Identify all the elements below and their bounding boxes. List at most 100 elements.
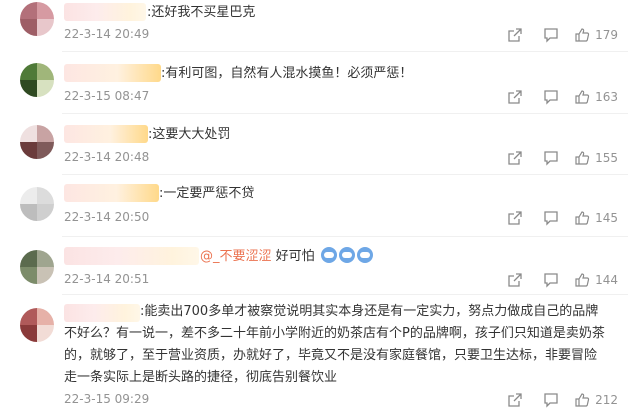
reply-button[interactable]	[538, 390, 564, 410]
avatar-pixel	[20, 80, 37, 97]
like-button[interactable]: 212	[574, 392, 618, 408]
avatar-pixel	[37, 125, 54, 142]
avatar[interactable]	[20, 2, 54, 36]
comment-text: @_不要涩涩 好可怕	[200, 245, 373, 268]
like-button[interactable]: 179	[574, 27, 618, 43]
share-button[interactable]	[502, 148, 528, 168]
share-button[interactable]	[502, 270, 528, 290]
avatar-pixel	[20, 187, 37, 204]
avatar-pixel	[20, 2, 37, 19]
reply-button[interactable]	[538, 148, 564, 168]
divider	[62, 113, 628, 114]
comment-time: 22-3-14 20:50	[64, 210, 150, 224]
like-count: 212	[595, 393, 618, 407]
comment-item: :有利可图，自然有人混水摸鱼！必须严惩！ 22-3-15 08:47 163	[0, 55, 638, 115]
share-icon	[508, 28, 522, 42]
mention-link[interactable]: @_不要涩涩	[200, 249, 272, 264]
comment-time: 22-3-14 20:51	[64, 272, 150, 286]
comment-icon	[544, 28, 558, 43]
avatar-pixel	[37, 204, 54, 221]
reply-button[interactable]	[538, 25, 564, 45]
avatar-pixel	[37, 19, 54, 36]
like-button[interactable]: 155	[574, 150, 618, 166]
share-button[interactable]	[502, 208, 528, 228]
avatar-pixel	[37, 325, 54, 342]
share-button[interactable]	[502, 25, 528, 45]
share-icon	[508, 393, 522, 407]
reply-button[interactable]	[538, 270, 564, 290]
share-button[interactable]	[502, 87, 528, 107]
share-icon	[508, 211, 522, 225]
thumbs-up-icon	[575, 211, 590, 225]
divider	[62, 294, 628, 295]
like-count: 163	[595, 90, 618, 104]
comment-item: :还好我不买星巴克 22-3-14 20:49 179	[0, 0, 638, 55]
comment-item: :一定要严惩不贷 22-3-14 20:50 145	[0, 178, 638, 236]
reply-button[interactable]	[538, 208, 564, 228]
comment-item: @_不要涩涩 好可怕 22-3-14 20:51 144	[0, 240, 638, 296]
username-redacted[interactable]	[64, 184, 159, 202]
avatar-pixel	[20, 267, 37, 284]
comment-time: 22-3-15 08:47	[64, 89, 150, 103]
like-count: 155	[595, 151, 618, 165]
emoji-icon	[320, 247, 337, 263]
avatar-pixel	[37, 80, 54, 97]
emoji-icon	[338, 247, 355, 263]
comment-item: :能卖出700多单才被察觉说明其实本身还是有一定实力，努点力做成自己的品牌不好么…	[0, 298, 638, 413]
like-button[interactable]: 144	[574, 272, 618, 288]
avatar[interactable]	[20, 308, 54, 342]
comment-text: :一定要严惩不贷	[159, 186, 255, 201]
comment-text: :有利可图，自然有人混水摸鱼！必须严惩！	[161, 66, 413, 81]
avatar-pixel	[20, 142, 37, 159]
comment-time: 22-3-15 09:29	[64, 392, 150, 406]
reply-button[interactable]	[538, 87, 564, 107]
comment-item: :这要大大处罚 22-3-14 20:48 155	[0, 118, 638, 174]
divider	[62, 236, 628, 237]
username-redacted[interactable]	[64, 247, 199, 265]
avatar-pixel	[20, 19, 37, 36]
comment-icon	[544, 211, 558, 226]
avatar-pixel	[20, 125, 37, 142]
like-count: 179	[595, 28, 618, 42]
share-button[interactable]	[502, 390, 528, 410]
divider	[62, 51, 628, 52]
like-count: 145	[595, 211, 618, 225]
comment-text-body: 好可怕	[271, 249, 315, 264]
avatar-pixel	[20, 325, 37, 342]
comment-text: :能卖出700多单才被察觉说明其实本身还是有一定实力，努点力做成自己的品牌不好么…	[64, 304, 605, 385]
thumbs-up-icon	[575, 28, 590, 42]
comment-actions: 179	[492, 25, 618, 45]
avatar[interactable]	[20, 187, 54, 221]
comment-time: 22-3-14 20:49	[64, 27, 150, 41]
avatar-pixel	[37, 308, 54, 325]
avatar-pixel	[20, 308, 37, 325]
comment-actions: 145	[492, 208, 618, 228]
share-icon	[508, 273, 522, 287]
avatar[interactable]	[20, 250, 54, 284]
username-redacted[interactable]	[64, 64, 161, 82]
like-button[interactable]: 145	[574, 210, 618, 226]
username-redacted[interactable]	[64, 3, 146, 21]
comment-actions: 144	[492, 270, 618, 290]
thumbs-up-icon	[575, 151, 590, 165]
divider	[62, 174, 628, 175]
avatar[interactable]	[20, 125, 54, 159]
comment-icon	[544, 90, 558, 105]
avatar-pixel	[20, 250, 37, 267]
avatar-pixel	[20, 204, 37, 221]
comment-actions: 163	[492, 87, 618, 107]
like-button[interactable]: 163	[574, 89, 618, 105]
comment-text: :还好我不买星巴克	[147, 5, 256, 20]
avatar[interactable]	[20, 63, 54, 97]
avatar-pixel	[37, 250, 54, 267]
thumbs-up-icon	[575, 273, 590, 287]
comment-actions: 212	[492, 390, 618, 410]
thumbs-up-icon	[575, 393, 590, 407]
avatar-pixel	[37, 187, 54, 204]
emoji-icon	[356, 247, 373, 263]
username-redacted[interactable]	[64, 125, 148, 143]
comment-actions: 155	[492, 148, 618, 168]
comment-time: 22-3-14 20:48	[64, 150, 150, 164]
thumbs-up-icon	[575, 90, 590, 104]
share-icon	[508, 151, 522, 165]
